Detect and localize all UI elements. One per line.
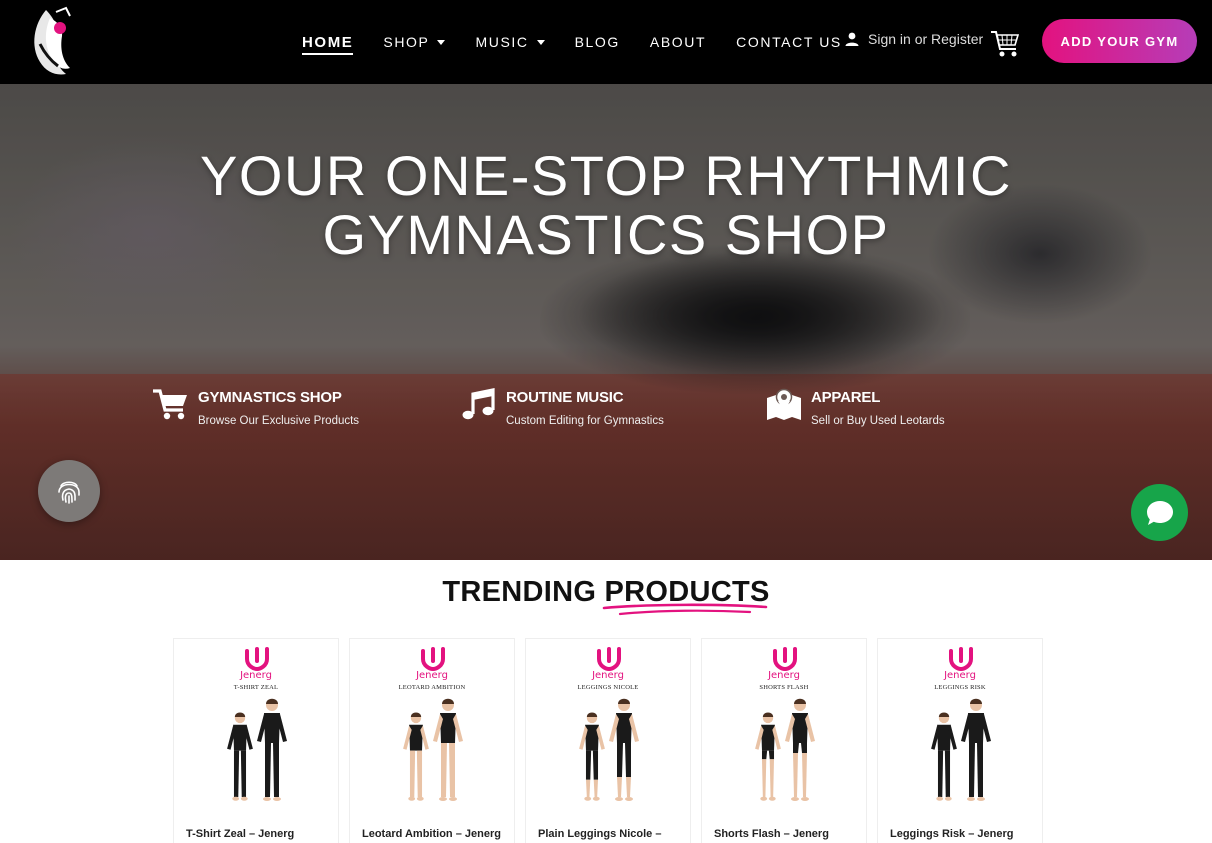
feature-routine-music[interactable]: ROUTINE MUSIC Custom Editing for Gymnast… [461,388,664,429]
jenerg-logo-icon [245,647,269,671]
nav-item-label: SHOP [383,34,430,50]
feature-title: GYMNASTICS SHOP [198,389,342,406]
feature-subtitle: Browse Our Exclusive Products [198,415,360,427]
nav-item-contact-us[interactable]: CONTACT US [736,34,842,50]
caret-down-icon [536,39,545,45]
nav-item-home[interactable]: HOME [302,33,354,55]
product-code: T-SHIRT ZEAL [233,684,279,691]
nav-item-label: CONTACT US [736,34,842,50]
product-models-photo [403,698,463,801]
chat-bubble-icon [1146,500,1173,525]
product-image[interactable]: Jenerg T-SHIRT ZEAL [174,639,338,817]
product-code: SHORTS FLASH [759,684,809,691]
accessibility-button[interactable] [38,460,100,522]
product-card[interactable]: Jenerg T-SHIRT ZEAL T-Shirt Zeal – Jener… [173,638,339,843]
product-image[interactable]: Jenerg SHORTS FLASH [702,639,866,817]
product-brand: Jenerg [768,670,800,681]
product-code: LEOTARD AMBITION [398,684,466,691]
product-models-photo [755,698,815,801]
product-title[interactable]: Leggings Risk – Jenerg [890,828,1013,840]
feature-title: ROUTINE MUSIC [506,389,624,406]
nav-item-label: BLOG [574,34,620,50]
feature-title: APPAREL [811,389,881,406]
product-grid: Jenerg T-SHIRT ZEAL T-Shirt Zeal – Jener… [173,638,1053,843]
product-title[interactable]: Plain Leggings Nicole – [538,828,661,840]
jenerg-logo-icon [949,647,973,671]
sign-in-label: Sign in or Register [868,31,984,47]
map-pin-icon [767,388,801,420]
live-chat-button[interactable] [1131,484,1188,541]
fingerprint-icon [58,481,80,504]
hero-title: YOUR ONE-STOP RHYTHMIC GYMNASTICS SHOP [0,146,1212,264]
nav-item-label: ABOUT [649,34,707,50]
site-header: HOME SHOP MUSIC BLOG ABOUT CONTACT US Sign in… [0,0,1212,84]
nav-item-label: MUSIC [475,34,529,50]
nav-item-label: HOME [302,33,354,51]
hero-banner: YOUR ONE-STOP RHYTHMIC GYMNASTICS SHOP G… [0,84,1212,560]
hero-title-line-2: GYMNASTICS SHOP [322,203,890,266]
product-title[interactable]: Leotard Ambition – Jenerg [362,828,501,840]
product-models-photo [931,698,991,801]
product-code: LEGGINGS RISK [934,684,986,691]
nav-item-about[interactable]: ABOUT [650,34,706,50]
feature-apparel[interactable]: APPAREL Sell or Buy Used Leotards [766,388,945,429]
product-card[interactable]: Jenerg LEOTARD AMBITION Leotard Ambition… [349,638,515,843]
main-nav: HOME SHOP MUSIC BLOG ABOUT CONTACT US [302,0,872,84]
feature-subtitle: Custom Editing for Gymnastics [506,415,664,427]
hero-title-line-1: YOUR ONE-STOP RHYTHMIC [200,144,1012,207]
heading-plain: TRENDING [442,576,597,608]
product-models-photo [579,698,639,801]
shopping-cart-icon[interactable] [990,27,1020,59]
product-models-photo [227,698,287,801]
nav-item-blog[interactable]: BLOG [575,34,620,50]
product-brand: Jenerg [416,670,448,681]
nav-item-shop[interactable]: SHOP [383,34,446,50]
sign-in-link[interactable]: Sign in or Register [845,31,983,47]
cart-icon [153,389,187,420]
product-card[interactable]: Jenerg LEGGINGS NICOLE Plain Leggings Ni… [525,638,691,843]
heading-underline-swoosh [602,603,768,616]
feature-gymnastics-shop[interactable]: GYMNASTICS SHOP Browse Our Exclusive Pro… [153,388,359,429]
gymnast-logo[interactable] [26,4,80,80]
music-note-icon [462,388,495,420]
product-title[interactable]: Shorts Flash – Jenerg [714,828,829,840]
product-brand: Jenerg [592,670,624,681]
add-your-gym-button[interactable]: ADD YOUR GYM [1042,19,1197,63]
caret-down-icon [437,39,446,45]
product-title[interactable]: T-Shirt Zeal – Jenerg [186,828,294,840]
product-image[interactable]: Jenerg LEGGINGS RISK [878,639,1042,817]
product-code: LEGGINGS NICOLE [577,684,639,691]
product-image[interactable]: Jenerg LEOTARD AMBITION [350,639,514,817]
jenerg-logo-icon [773,647,797,671]
product-brand: Jenerg [944,670,976,681]
jenerg-logo-icon [421,647,445,671]
nav-item-music[interactable]: MUSIC [475,34,545,50]
jenerg-logo-icon [597,647,621,671]
feature-subtitle: Sell or Buy Used Leotards [811,415,945,427]
product-image[interactable]: Jenerg LEGGINGS NICOLE [526,639,690,817]
product-card[interactable]: Jenerg LEGGINGS RISK Leggings Risk – Jen… [877,638,1043,843]
product-brand: Jenerg [240,670,272,681]
user-icon [845,32,859,46]
product-card[interactable]: Jenerg SHORTS FLASH Shorts Flash – Jener… [701,638,867,843]
